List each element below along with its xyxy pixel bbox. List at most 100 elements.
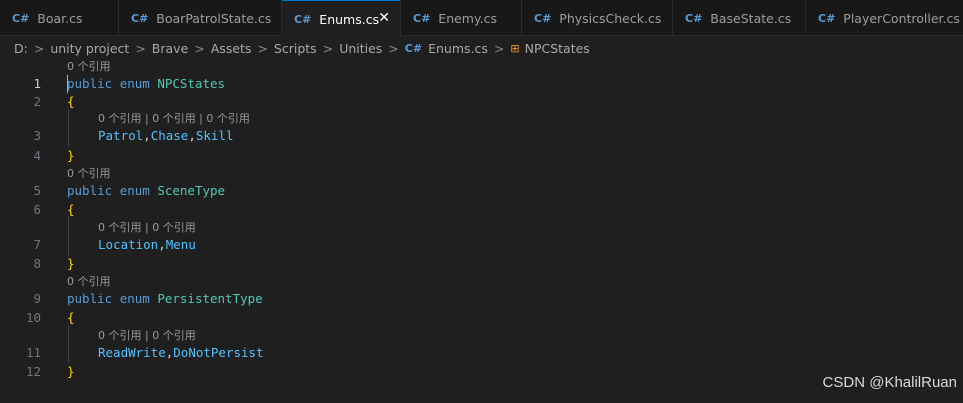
csharp-file-icon: C#	[404, 41, 423, 55]
editor-tab-bar: C# Boar.cs C# BoarPatrolState.cs C# Enum…	[0, 0, 963, 37]
keyword-enum: enum	[119, 76, 150, 91]
code-line: 4 }	[0, 147, 963, 165]
code-line: 2 {	[0, 93, 963, 111]
code-line: 8 }	[0, 255, 963, 273]
codelens-references[interactable]: 0 个引用	[67, 274, 111, 290]
keyword-enum: enum	[119, 291, 150, 306]
chevron-right-icon: >	[493, 40, 505, 56]
codelens-references[interactable]: 0 个引用	[67, 59, 111, 75]
tab-label: BoarPatrolState.cs	[156, 10, 272, 26]
watermark: CSDN @KhalilRuan	[822, 374, 957, 391]
csharp-file-icon: C#	[294, 12, 312, 26]
breadcrumb-brave[interactable]: Brave	[152, 41, 188, 56]
code-line: 12 }	[0, 363, 963, 381]
keyword-public: public	[67, 291, 113, 306]
tab-enums-cs[interactable]: C# Enums.cs ✕	[282, 0, 401, 37]
tab-label: Enums.cs	[319, 11, 380, 27]
csharp-file-icon: C#	[131, 11, 149, 25]
tab-label: PhysicsCheck.cs	[559, 10, 662, 26]
close-brace: }	[67, 256, 75, 271]
keyword-enum: enum	[119, 183, 150, 198]
code-text: ReadWrite,DoNotPersist	[98, 344, 264, 362]
codelens-references[interactable]: 0 个引用 | 0 个引用	[98, 328, 196, 344]
line-number: 12	[25, 364, 41, 379]
breadcrumb: D: > unity project > Brave > Assets > Sc…	[0, 37, 963, 59]
line-number: 2	[33, 94, 41, 109]
code-line: 9 public enum PersistentType	[0, 290, 963, 308]
breadcrumb-drive[interactable]: D:	[14, 41, 28, 56]
breadcrumb-npcstates[interactable]: NPCStates	[525, 41, 590, 56]
tab-label: Boar.cs	[37, 10, 83, 26]
open-brace: {	[67, 94, 75, 109]
csharp-file-icon: C#	[534, 11, 552, 25]
tab-enemy-cs[interactable]: C# Enemy.cs	[401, 0, 522, 36]
chevron-right-icon: >	[135, 40, 146, 56]
csharp-file-icon: C#	[818, 11, 836, 25]
tab-label: Enemy.cs	[438, 10, 497, 26]
code-line: 6 {	[0, 201, 963, 219]
tab-label: BaseState.cs	[710, 10, 792, 26]
tab-basestate-cs[interactable]: C# BaseState.cs	[673, 0, 806, 36]
comma: ,	[188, 128, 196, 143]
enum-member: Skill	[195, 128, 234, 143]
keyword-public: public	[67, 183, 113, 198]
line-number: 9	[33, 291, 41, 306]
chevron-right-icon: >	[194, 40, 205, 56]
chevron-right-icon: >	[33, 40, 45, 56]
codelens-references[interactable]: 0 个引用	[67, 166, 111, 182]
line-number: 4	[33, 148, 41, 163]
line-number: 10	[25, 310, 41, 325]
close-brace: }	[67, 148, 75, 163]
enum-name: NPCStates	[157, 76, 226, 91]
code-editor[interactable]: 0 个引用 1 public enum NPCStates 2 { 0 个引用 …	[0, 59, 963, 403]
chevron-right-icon: >	[257, 40, 268, 56]
comma: ,	[158, 237, 166, 252]
code-line: 7 Location,Menu	[0, 236, 963, 254]
enum-name: SceneType	[157, 183, 226, 198]
code-text: public enum SceneType	[67, 182, 225, 200]
csharp-file-icon: C#	[685, 11, 703, 25]
enum-member: ReadWrite	[98, 345, 166, 360]
enum-name: PersistentType	[157, 291, 263, 306]
breadcrumb-scripts[interactable]: Scripts	[274, 41, 317, 56]
code-line: 11 ReadWrite,DoNotPersist	[0, 344, 963, 362]
keyword-public: public	[67, 76, 113, 91]
line-number: 6	[33, 202, 41, 217]
tab-physicscheck-cs[interactable]: C# PhysicsCheck.cs	[522, 0, 673, 36]
enum-member: DoNotPersist	[173, 345, 264, 360]
codelens-references[interactable]: 0 个引用 | 0 个引用 | 0 个引用	[98, 111, 250, 127]
tab-label: PlayerController.cs	[843, 10, 960, 26]
open-brace: {	[67, 310, 75, 325]
code-text: public enum NPCStates	[67, 75, 225, 93]
breadcrumb-assets[interactable]: Assets	[211, 41, 252, 56]
line-number: 5	[33, 183, 41, 198]
code-text: Location,Menu	[98, 236, 196, 254]
tab-boar-cs[interactable]: C# Boar.cs	[0, 0, 119, 36]
line-number: 3	[33, 128, 41, 143]
enum-symbol-icon: ⊞	[510, 41, 520, 55]
enum-member: Patrol	[98, 128, 144, 143]
code-text: public enum PersistentType	[67, 290, 263, 308]
breadcrumb-enums-cs[interactable]: Enums.cs	[428, 41, 488, 56]
comma: ,	[143, 128, 151, 143]
csharp-file-icon: C#	[12, 11, 30, 25]
code-line: 1 public enum NPCStates	[0, 75, 963, 93]
breadcrumb-unity-project[interactable]: unity project	[50, 41, 129, 56]
tab-playercontroller-cs[interactable]: C# PlayerController.cs	[806, 0, 963, 36]
code-line: 5 public enum SceneType	[0, 182, 963, 200]
code-line: 10 {	[0, 309, 963, 327]
line-number: 7	[33, 237, 41, 252]
enum-member: Location	[98, 237, 159, 252]
line-number: 8	[33, 256, 41, 271]
codelens-references[interactable]: 0 个引用 | 0 个引用	[98, 220, 196, 236]
close-icon[interactable]: ✕	[378, 10, 390, 26]
enum-member: Menu	[165, 237, 196, 252]
breadcrumb-unities[interactable]: Unities	[339, 41, 382, 56]
code-text: Patrol,Chase,Skill	[98, 127, 234, 145]
close-brace: }	[67, 364, 75, 379]
chevron-right-icon: >	[388, 40, 399, 56]
enum-member: Chase	[150, 128, 189, 143]
tab-boarpatrolstate-cs[interactable]: C# BoarPatrolState.cs	[119, 0, 282, 36]
line-number: 11	[25, 345, 41, 360]
code-line: 3 Patrol,Chase,Skill	[0, 127, 963, 145]
